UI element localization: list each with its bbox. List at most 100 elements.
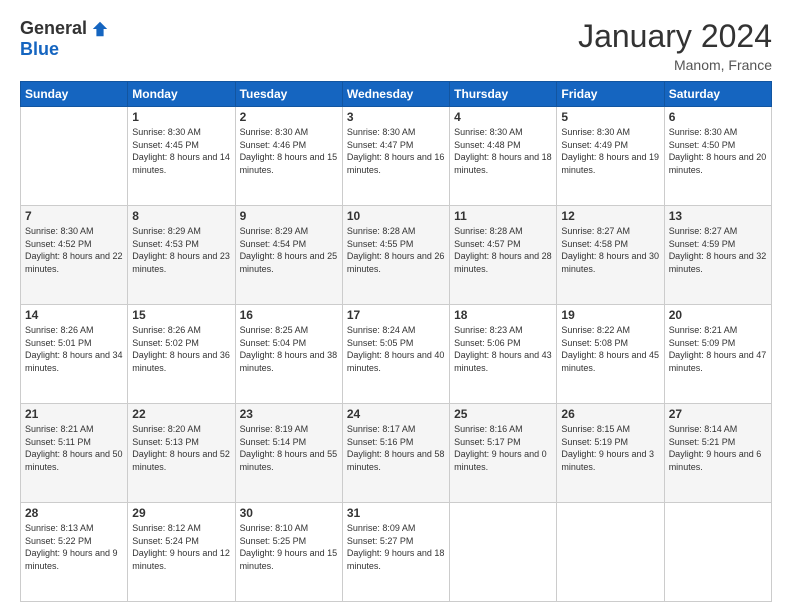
table-row: 30 Sunrise: 8:10 AM Sunset: 5:25 PM Dayl…	[235, 503, 342, 602]
sunset-text: Sunset: 4:47 PM	[347, 140, 414, 150]
cell-data: Sunrise: 8:17 AM Sunset: 5:16 PM Dayligh…	[347, 423, 445, 473]
daylight-text: Daylight: 8 hours and 58 minutes.	[347, 449, 445, 472]
table-row: 11 Sunrise: 8:28 AM Sunset: 4:57 PM Dayl…	[450, 206, 557, 305]
sunrise-text: Sunrise: 8:25 AM	[240, 325, 309, 335]
day-number: 21	[25, 407, 123, 421]
sunrise-text: Sunrise: 8:22 AM	[561, 325, 630, 335]
cell-data: Sunrise: 8:24 AM Sunset: 5:05 PM Dayligh…	[347, 324, 445, 374]
cell-data: Sunrise: 8:25 AM Sunset: 5:04 PM Dayligh…	[240, 324, 338, 374]
sunset-text: Sunset: 5:05 PM	[347, 338, 414, 348]
sunrise-text: Sunrise: 8:30 AM	[347, 127, 416, 137]
table-row: 15 Sunrise: 8:26 AM Sunset: 5:02 PM Dayl…	[128, 305, 235, 404]
cell-data: Sunrise: 8:14 AM Sunset: 5:21 PM Dayligh…	[669, 423, 767, 473]
sunset-text: Sunset: 4:59 PM	[669, 239, 736, 249]
table-row: 31 Sunrise: 8:09 AM Sunset: 5:27 PM Dayl…	[342, 503, 449, 602]
daylight-text: Daylight: 8 hours and 36 minutes.	[132, 350, 230, 373]
day-number: 6	[669, 110, 767, 124]
day-number: 4	[454, 110, 552, 124]
sunset-text: Sunset: 4:57 PM	[454, 239, 521, 249]
sunset-text: Sunset: 4:55 PM	[347, 239, 414, 249]
sunset-text: Sunset: 4:45 PM	[132, 140, 199, 150]
cell-data: Sunrise: 8:19 AM Sunset: 5:14 PM Dayligh…	[240, 423, 338, 473]
table-row: 17 Sunrise: 8:24 AM Sunset: 5:05 PM Dayl…	[342, 305, 449, 404]
day-number: 31	[347, 506, 445, 520]
daylight-text: Daylight: 8 hours and 38 minutes.	[240, 350, 338, 373]
col-wednesday: Wednesday	[342, 82, 449, 107]
sunrise-text: Sunrise: 8:09 AM	[347, 523, 416, 533]
day-number: 29	[132, 506, 230, 520]
day-number: 20	[669, 308, 767, 322]
sunset-text: Sunset: 5:21 PM	[669, 437, 736, 447]
sunrise-text: Sunrise: 8:30 AM	[561, 127, 630, 137]
daylight-text: Daylight: 9 hours and 12 minutes.	[132, 548, 230, 571]
col-tuesday: Tuesday	[235, 82, 342, 107]
daylight-text: Daylight: 8 hours and 32 minutes.	[669, 251, 767, 274]
sunset-text: Sunset: 5:08 PM	[561, 338, 628, 348]
calendar-week-row: 28 Sunrise: 8:13 AM Sunset: 5:22 PM Dayl…	[21, 503, 772, 602]
sunrise-text: Sunrise: 8:29 AM	[132, 226, 201, 236]
col-thursday: Thursday	[450, 82, 557, 107]
sunset-text: Sunset: 5:22 PM	[25, 536, 92, 546]
sunrise-text: Sunrise: 8:20 AM	[132, 424, 201, 434]
daylight-text: Daylight: 8 hours and 26 minutes.	[347, 251, 445, 274]
daylight-text: Daylight: 8 hours and 34 minutes.	[25, 350, 123, 373]
sunrise-text: Sunrise: 8:13 AM	[25, 523, 94, 533]
sunrise-text: Sunrise: 8:30 AM	[240, 127, 309, 137]
day-number: 5	[561, 110, 659, 124]
daylight-text: Daylight: 8 hours and 15 minutes.	[240, 152, 338, 175]
sunrise-text: Sunrise: 8:12 AM	[132, 523, 201, 533]
sunrise-text: Sunrise: 8:21 AM	[25, 424, 94, 434]
table-row	[450, 503, 557, 602]
sunrise-text: Sunrise: 8:28 AM	[454, 226, 523, 236]
cell-data: Sunrise: 8:28 AM Sunset: 4:55 PM Dayligh…	[347, 225, 445, 275]
daylight-text: Daylight: 8 hours and 52 minutes.	[132, 449, 230, 472]
table-row: 1 Sunrise: 8:30 AM Sunset: 4:45 PM Dayli…	[128, 107, 235, 206]
sunrise-text: Sunrise: 8:10 AM	[240, 523, 309, 533]
table-row: 25 Sunrise: 8:16 AM Sunset: 5:17 PM Dayl…	[450, 404, 557, 503]
table-row	[664, 503, 771, 602]
sunrise-text: Sunrise: 8:28 AM	[347, 226, 416, 236]
day-number: 13	[669, 209, 767, 223]
sunset-text: Sunset: 4:54 PM	[240, 239, 307, 249]
daylight-text: Daylight: 9 hours and 9 minutes.	[25, 548, 118, 571]
day-number: 12	[561, 209, 659, 223]
sunrise-text: Sunrise: 8:14 AM	[669, 424, 738, 434]
daylight-text: Daylight: 9 hours and 18 minutes.	[347, 548, 445, 571]
cell-data: Sunrise: 8:26 AM Sunset: 5:01 PM Dayligh…	[25, 324, 123, 374]
sunrise-text: Sunrise: 8:15 AM	[561, 424, 630, 434]
day-number: 9	[240, 209, 338, 223]
day-number: 25	[454, 407, 552, 421]
day-number: 2	[240, 110, 338, 124]
daylight-text: Daylight: 8 hours and 43 minutes.	[454, 350, 552, 373]
sunrise-text: Sunrise: 8:27 AM	[561, 226, 630, 236]
day-number: 30	[240, 506, 338, 520]
table-row: 28 Sunrise: 8:13 AM Sunset: 5:22 PM Dayl…	[21, 503, 128, 602]
table-row: 22 Sunrise: 8:20 AM Sunset: 5:13 PM Dayl…	[128, 404, 235, 503]
sunset-text: Sunset: 5:14 PM	[240, 437, 307, 447]
day-number: 23	[240, 407, 338, 421]
cell-data: Sunrise: 8:30 AM Sunset: 4:49 PM Dayligh…	[561, 126, 659, 176]
calendar-week-row: 14 Sunrise: 8:26 AM Sunset: 5:01 PM Dayl…	[21, 305, 772, 404]
day-number: 17	[347, 308, 445, 322]
daylight-text: Daylight: 8 hours and 23 minutes.	[132, 251, 230, 274]
table-row: 21 Sunrise: 8:21 AM Sunset: 5:11 PM Dayl…	[21, 404, 128, 503]
daylight-text: Daylight: 9 hours and 0 minutes.	[454, 449, 547, 472]
daylight-text: Daylight: 8 hours and 45 minutes.	[561, 350, 659, 373]
sunrise-text: Sunrise: 8:30 AM	[25, 226, 94, 236]
cell-data: Sunrise: 8:30 AM Sunset: 4:48 PM Dayligh…	[454, 126, 552, 176]
sunset-text: Sunset: 5:16 PM	[347, 437, 414, 447]
logo-general-text: General	[20, 18, 87, 39]
col-monday: Monday	[128, 82, 235, 107]
cell-data: Sunrise: 8:09 AM Sunset: 5:27 PM Dayligh…	[347, 522, 445, 572]
page: General Blue January 2024 Manom, France …	[0, 0, 792, 612]
daylight-text: Daylight: 8 hours and 28 minutes.	[454, 251, 552, 274]
day-number: 7	[25, 209, 123, 223]
daylight-text: Daylight: 9 hours and 15 minutes.	[240, 548, 338, 571]
col-friday: Friday	[557, 82, 664, 107]
sunset-text: Sunset: 5:09 PM	[669, 338, 736, 348]
daylight-text: Daylight: 8 hours and 16 minutes.	[347, 152, 445, 175]
daylight-text: Daylight: 8 hours and 18 minutes.	[454, 152, 552, 175]
day-number: 26	[561, 407, 659, 421]
table-row: 16 Sunrise: 8:25 AM Sunset: 5:04 PM Dayl…	[235, 305, 342, 404]
day-number: 1	[132, 110, 230, 124]
